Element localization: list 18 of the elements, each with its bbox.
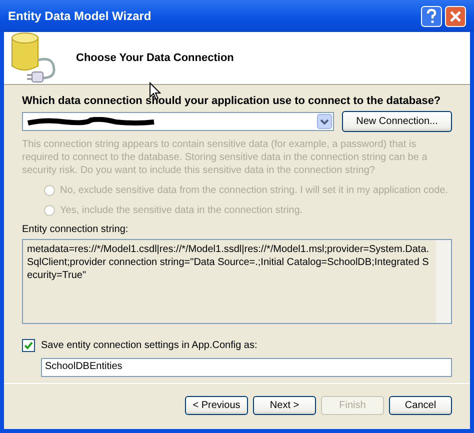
- cancel-button[interactable]: Cancel: [389, 396, 452, 415]
- entities-name-field[interactable]: SchoolDBEntities: [41, 358, 452, 377]
- window-title: Entity Data Model Wizard: [8, 9, 152, 23]
- connection-dropdown[interactable]: [22, 112, 334, 131]
- checkbox-label[interactable]: Save entity connection settings in App.Config as:: [41, 340, 258, 351]
- connection-string-text: metadata=res://*/Model1.csdl|res://*/Model1.ssdl|res://*/Model1.msl;provider=System.Data.SqlClient;provider connection string="Data Source=.;Initial Catalog=SchoolDB;Integrated Security=True": [27, 243, 430, 283]
- entity-string-label: Entity connection string:: [22, 224, 130, 235]
- previous-button[interactable]: < Previous: [185, 396, 248, 415]
- close-button[interactable]: [445, 6, 466, 26]
- help-button[interactable]: [421, 6, 442, 26]
- next-button[interactable]: Next >: [253, 396, 316, 415]
- connection-string-box[interactable]: metadata=res://*/Model1.csdl|res://*/Model1.ssdl|res://*/Model1.msl;provider=System.Data.SqlClient;provider connection string="Data Source=.;Initial Catalog=SchoolDB;Integrated Security=True": [22, 239, 452, 324]
- checkbox[interactable]: [22, 339, 35, 352]
- page-title: Choose Your Data Connection: [76, 52, 234, 64]
- scrollbar[interactable]: [436, 240, 451, 323]
- new-connection-button[interactable]: New Connection...: [342, 111, 452, 132]
- question-label: Which data connection should your application use to connect to the database?: [22, 95, 442, 107]
- sensitive-data-warning: This connection string appears to contain sensitive data (for example, a password) that is required to connect to the database. Storing sensitive data in the connection string can be a security risk. Do you want to include this sensitive data in the connection string?: [22, 138, 428, 177]
